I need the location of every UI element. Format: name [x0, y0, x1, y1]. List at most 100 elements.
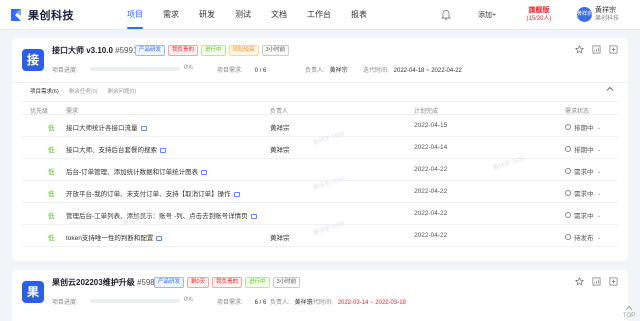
status-dropdown[interactable]: 待发布 ⌄ [565, 232, 602, 242]
status-icon [565, 234, 571, 240]
requirement-title[interactable]: 管理后台-工单列表、添加显示：账号 -列、点击去到账号详情页 [66, 210, 257, 220]
requirement-title[interactable]: 接口大师、支持后台套餐的搜索 [66, 144, 166, 154]
plan-seats: (15/20人) [526, 16, 552, 22]
table-row[interactable]: 低 后台-订单管理、添加统计数据和订单统计图表 2022-04-22 需求中 ⌄ [22, 159, 618, 181]
project-name[interactable]: 接口大师 v3.10.0 [52, 46, 113, 55]
status-badge: 产品研发 [154, 277, 185, 288]
col-priority[interactable]: 优先级 [30, 106, 48, 115]
col-status[interactable]: 需求状态 [565, 106, 589, 115]
priority-cell: 低 [48, 191, 55, 198]
user-name[interactable]: 黄祥宗 [595, 6, 616, 15]
calendar-icon[interactable] [233, 191, 240, 197]
requirement-count-value: 0 / 6 [254, 68, 267, 74]
requirement-title[interactable]: 开放平台-我的订单、未支付订单、支持【取消订单】操作 [66, 188, 240, 198]
logo-icon [11, 9, 21, 21]
owner-value: 黄祥宗 [329, 68, 348, 74]
add-button[interactable]: 添加+ [478, 10, 496, 20]
col-requirement[interactable]: 需求 [66, 106, 78, 115]
progress-bar [90, 67, 180, 71]
nav-tab-docs[interactable]: 文档 [271, 9, 287, 20]
calendar-icon[interactable] [156, 235, 163, 241]
col-owner[interactable]: 负责人 [270, 106, 288, 115]
star-icon[interactable] [575, 45, 584, 54]
avatar[interactable]: 黄祥宗 [577, 7, 592, 22]
nav-tab-reports[interactable]: 报表 [351, 9, 367, 20]
priority-cell: 低 [48, 125, 55, 132]
tab-requirements[interactable]: 项目需求(6) [30, 87, 59, 95]
bell-icon[interactable] [441, 9, 451, 20]
requirement-title-text: 开放平台-我的订单、未支付订单、支持【取消订单】操作 [66, 191, 231, 198]
nav-tab-dev[interactable]: 研发 [199, 9, 215, 20]
table-row[interactable]: 低 接口大师、支持后台套餐的搜索 黄祥宗 2022-04-14 排期中 ⌄ [22, 137, 618, 159]
priority-cell: 低 [48, 147, 55, 154]
chevron-down-icon: ⌄ [596, 212, 602, 219]
logo-text: 果创科技 [28, 10, 74, 22]
requirement-title-text: 接口大师、支持后台套餐的搜索 [66, 147, 157, 154]
table-row[interactable]: 低 开放平台-我的订单、未支付订单、支持【取消订单】操作 2022-04-22 需求中… [22, 181, 618, 203]
plan-name: 旗舰版 [528, 7, 550, 14]
status-dropdown[interactable]: 排期中 ⌄ [565, 144, 602, 154]
status-badge: 剩0天 [187, 277, 210, 288]
chevron-down-icon: ⌄ [596, 234, 602, 241]
owner-cell: 黄祥宗 [270, 235, 290, 242]
table-row[interactable]: 低 token支持唯一性的判断和配置 黄祥宗 2022-04-22 待发布 ⌄ [22, 225, 618, 247]
col-due-date[interactable]: 计划完成 [414, 106, 438, 115]
project-name[interactable]: 果创云202203维护升级 [52, 278, 135, 287]
requirement-title[interactable]: token支持唯一性的判断和配置 [66, 232, 163, 242]
status-dropdown[interactable]: 需求中 ⌄ [565, 188, 602, 198]
status-dropdown[interactable]: 需求中 ⌄ [565, 166, 602, 176]
status-text: 排期中 [574, 147, 594, 154]
calendar-icon[interactable] [160, 147, 166, 153]
requirement-title[interactable]: 接口大师统计各接口流量 [66, 122, 147, 132]
nav-tab-project[interactable]: 项目 [127, 9, 143, 20]
requirement-title-text: 后台-订单管理、添加统计数据和订单统计图表 [66, 169, 199, 176]
project-title[interactable]: 接口大师 v3.10.0 #59910 [52, 45, 142, 56]
status-text: 需求中 [574, 169, 594, 176]
status-dropdown[interactable]: 排期中 ⌄ [565, 122, 602, 132]
nav-tab-test[interactable]: 测试 [235, 9, 251, 20]
nav-tab-workbench[interactable]: 工作台 [307, 9, 331, 20]
status-badge: 产品研发 [135, 45, 166, 56]
calendar-icon[interactable] [250, 213, 257, 219]
requirement-count-value: 6 / 6 [254, 300, 267, 306]
table-row[interactable]: 低 管理后台-工单列表、添加显示：账号 -列、点击去到账号详情页 2022-04-2… [22, 203, 618, 225]
chevron-down-icon: ⌄ [596, 168, 602, 175]
project-title[interactable]: 果创云202203维护升级 #59896 [52, 277, 164, 288]
report-icon[interactable] [592, 277, 601, 286]
report-icon[interactable] [592, 45, 601, 54]
nav-tab-requirement[interactable]: 需求 [163, 9, 179, 20]
requirement-title[interactable]: 后台-订单管理、添加统计数据和订单统计图表 [66, 166, 208, 176]
table-row[interactable]: 低 接口大师统计各接口流量 黄祥宗 2022-04-15 排期中 ⌄ [22, 115, 618, 137]
requirement-count: 项目需求: 0 / 6 [217, 65, 266, 74]
due-date-cell: 2022-04-15 [414, 122, 448, 129]
due-date-cell: 2022-04-22 [414, 188, 448, 195]
chevron-down-icon: ⌄ [596, 146, 602, 153]
owner-cell: 黄祥宗 [270, 125, 290, 132]
project-avatar[interactable]: 果 [22, 281, 44, 303]
owner-cell: 黄祥宗 [270, 147, 290, 154]
owner-info: 负责人: 黄祥宗 [305, 65, 348, 74]
status-badge: 我负责的 [168, 45, 199, 56]
chevron-up-icon[interactable] [606, 85, 614, 93]
plan-badge[interactable]: 旗舰版 (15/20人) [522, 6, 556, 23]
arrow-up-icon [625, 305, 633, 311]
status-icon [565, 190, 571, 196]
progress-label: 项目进度: [52, 68, 78, 74]
user-org: 果创科技 [595, 16, 620, 22]
project-avatar[interactable]: 接 [22, 49, 44, 71]
tab-remaining-tasks[interactable]: 剩余任务(0) [69, 87, 98, 95]
status-icon [565, 146, 571, 152]
divider [12, 82, 628, 83]
calendar-icon[interactable] [201, 169, 208, 175]
export-icon[interactable] [609, 277, 618, 286]
card-actions [575, 45, 618, 54]
logo[interactable]: 果创科技 [8, 7, 74, 23]
star-icon[interactable] [575, 277, 584, 286]
export-icon[interactable] [609, 45, 618, 54]
back-to-top-button[interactable]: TOP [620, 305, 638, 319]
tab-remaining-issues[interactable]: 剩余问题(0) [107, 87, 136, 95]
calendar-icon[interactable] [140, 125, 147, 131]
due-date-cell: 2022-04-22 [414, 166, 448, 173]
status-dropdown[interactable]: 需求中 ⌄ [565, 210, 602, 220]
project-card: 果 果创云202203维护升级 #59896 产品研发 剩0天 我负责的 进行中… [12, 270, 628, 321]
